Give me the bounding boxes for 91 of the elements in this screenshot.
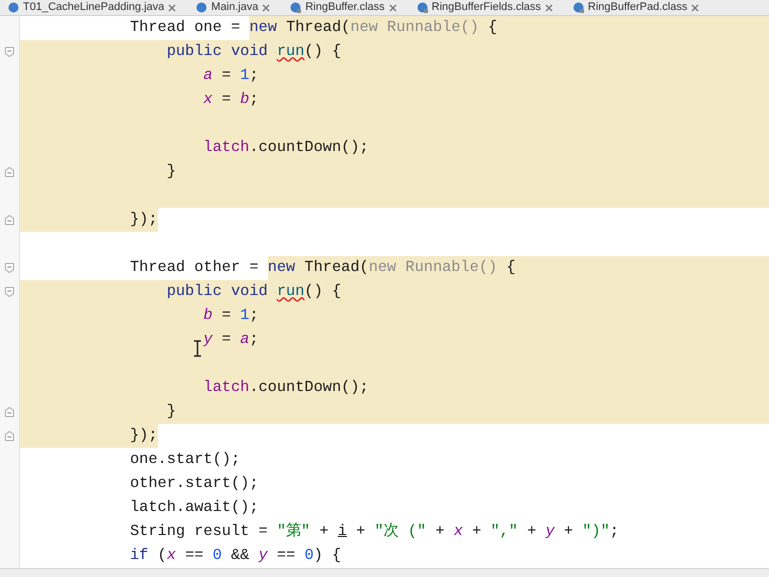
code-token: {: [506, 257, 516, 278]
code-token: new: [268, 257, 296, 278]
code-token: Thread(: [304, 257, 369, 278]
code-token: run: [276, 41, 304, 62]
close-icon[interactable]: [168, 4, 176, 12]
fold-end-icon[interactable]: [5, 407, 14, 417]
close-icon[interactable]: [544, 4, 553, 12]
code-token: x: [166, 545, 176, 566]
code-token: () {: [304, 41, 342, 62]
code-token: one.start();: [130, 449, 240, 470]
fold-end-icon[interactable]: [5, 431, 14, 441]
java-file-icon: [8, 2, 19, 13]
code-token: latch: [203, 137, 250, 158]
code-token: ;: [249, 89, 259, 110]
code-token: +: [472, 521, 482, 542]
code-token: 0: [212, 545, 222, 566]
code-token: public void: [166, 281, 269, 302]
file-tab[interactable]: T01_CacheLinePadding.java: [4, 2, 180, 13]
code-token: latch: [203, 377, 250, 398]
code-token: =: [222, 305, 232, 326]
code-token: +: [319, 521, 330, 542]
code-token: public void: [166, 41, 269, 62]
code-token: "次 (": [374, 521, 426, 542]
close-icon[interactable]: [262, 4, 270, 12]
code-token: ;: [249, 305, 259, 326]
file-tab[interactable]: Main.java: [192, 2, 274, 13]
code-token: ) {: [314, 545, 342, 566]
code-token: y: [258, 545, 268, 566]
fold-collapse-icon[interactable]: [5, 287, 14, 297]
code-token: new Runnable(): [350, 17, 479, 38]
fold-end-icon[interactable]: [5, 215, 14, 225]
code-token: ==: [276, 545, 296, 566]
code-token: });: [130, 209, 158, 230]
code-token: ")": [582, 521, 610, 542]
code-token: ",": [490, 521, 518, 542]
code-token: y: [203, 329, 213, 350]
java-file-icon: [196, 2, 208, 13]
fold-collapse-icon[interactable]: [5, 263, 14, 273]
text-cursor-icon: [193, 340, 202, 357]
code-token: =: [222, 89, 232, 110]
code-token: y: [546, 521, 555, 542]
code-token: =: [222, 65, 232, 86]
fold-end-icon[interactable]: [5, 167, 14, 177]
file-tab[interactable]: RingBufferFields.class: [412, 2, 557, 13]
code-token: b: [203, 305, 213, 326]
code-token: });: [130, 425, 158, 446]
code-token: Thread other =: [130, 257, 260, 278]
code-token: new: [249, 17, 277, 38]
code-token: new Runnable(): [368, 257, 498, 278]
code-token: &&: [230, 545, 250, 566]
class-file-icon: [572, 2, 584, 13]
code-token: 1: [240, 305, 250, 326]
code-token: a: [240, 329, 250, 350]
close-icon[interactable]: [388, 4, 397, 12]
file-tab[interactable]: RingBuffer.class: [286, 2, 401, 13]
class-file-icon: [290, 2, 302, 13]
code-token: ;: [610, 521, 619, 542]
code-token: ==: [185, 545, 204, 566]
code-token: }: [166, 161, 176, 182]
code-token: {: [488, 17, 498, 38]
code-token: 0: [304, 545, 314, 566]
code-token: .countDown();: [249, 137, 369, 158]
code-token: latch.await();: [130, 497, 259, 518]
code-token: Thread one =: [130, 17, 242, 38]
code-token: +: [435, 521, 446, 542]
code-token: i: [338, 521, 347, 542]
file-tab[interactable]: RingBufferPad.class: [568, 2, 704, 13]
code-token: x: [203, 89, 213, 110]
code-token: run: [276, 281, 304, 302]
code-token: ;: [249, 329, 259, 350]
code-token: Thread(: [286, 17, 350, 38]
code-token: "第": [276, 521, 310, 542]
code-token: +: [564, 521, 574, 542]
class-file-icon: [416, 2, 428, 13]
code-token: other.start();: [130, 473, 259, 494]
code-token: 1: [240, 65, 250, 86]
code-token: String result =: [130, 521, 269, 542]
code-token: +: [527, 521, 538, 542]
code-token: (: [158, 545, 167, 566]
close-icon[interactable]: [691, 4, 700, 12]
code-token: if: [130, 545, 148, 566]
code-token: ;: [249, 65, 259, 86]
code-token: b: [240, 89, 250, 110]
code-token: }: [166, 401, 176, 422]
code-token: x: [454, 521, 463, 542]
code-token: =: [222, 329, 232, 350]
code-token: a: [203, 65, 213, 86]
code-token: .countDown();: [249, 377, 369, 398]
code-token: +: [356, 521, 366, 542]
code-token: () {: [304, 281, 342, 302]
fold-collapse-icon[interactable]: [5, 47, 14, 57]
